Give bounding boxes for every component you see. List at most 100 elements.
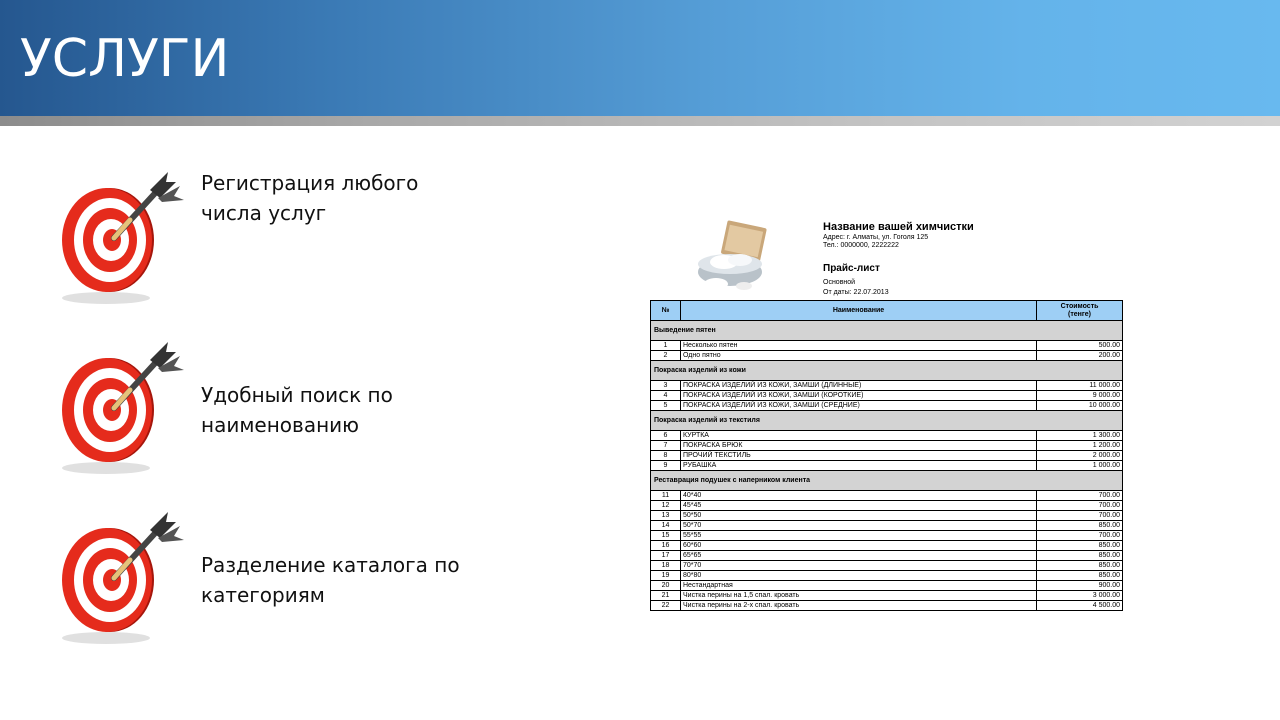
row-price: 700.00 [1036,490,1123,501]
row-name: 80*80 [680,570,1037,581]
feature-line: Регистрация любого [201,171,419,195]
row-name: Чистка перины на 1,5 спал. кровать [680,590,1037,601]
table-row: 3 ПОКРАСКА ИЗДЕЛИЙ ИЗ КОЖИ, ЗАМШИ (ДЛИННЫ… [650,380,1123,391]
row-price: 1 200.00 [1036,440,1123,451]
row-price: 9 000.00 [1036,390,1123,401]
table-row: 6 КУРТКА 1 300.00 [650,430,1123,441]
row-name: Несколько пятен [680,340,1037,351]
row-name: 55*55 [680,530,1037,541]
row-name: ПРОЧИЙ ТЕКСТИЛЬ [680,450,1037,461]
row-price: 700.00 [1036,510,1123,521]
table-row: 9 РУБАШКА 1 000.00 [650,460,1123,471]
group-name: Выведение пятен [650,320,1123,341]
row-name: ПОКРАСКА ИЗДЕЛИЙ ИЗ КОЖИ, ЗАМШИ (СРЕДНИЕ… [680,400,1037,411]
feature-line: Удобный поиск по [201,383,393,407]
row-name: Одно пятно [680,350,1037,361]
row-number: 19 [650,570,681,581]
table-group-row: Покраска изделий из кожи [650,360,1123,381]
table-group-row: Реставрация подушек с наперником клиента [650,470,1123,491]
feature-line: категориям [201,583,325,607]
row-number: 6 [650,430,681,441]
price-list-date: От даты: 22.07.2013 [823,289,889,296]
row-price: 4 500.00 [1036,600,1123,611]
table-row: 7 ПОКРАСКА БРЮК 1 200.00 [650,440,1123,451]
price-list-subtitle: Основной [823,279,856,286]
row-number: 20 [650,580,681,591]
row-number: 2 [650,350,681,361]
row-name: ПОКРАСКА БРЮК [680,440,1037,451]
feature-item: Разделение каталога по категориям [50,508,470,648]
row-number: 22 [650,600,681,611]
table-row: 22 Чистка перины на 2-х спал. кровать 4 50… [650,600,1123,611]
row-price: 700.00 [1036,500,1123,511]
feature-line: наименованию [201,413,359,437]
row-price: 3 000.00 [1036,590,1123,601]
table-row: 8 ПРОЧИЙ ТЕКСТИЛЬ 2 000.00 [650,450,1123,461]
table-row: 5 ПОКРАСКА ИЗДЕЛИЙ ИЗ КОЖИ, ЗАМШИ (СРЕДНИ… [650,400,1123,411]
column-header-price: Стоимость (тенге) [1036,300,1123,321]
target-dart-icon [62,342,184,474]
row-name: 50*70 [680,520,1037,531]
table-row: 18 70*70 850.00 [650,560,1123,571]
row-name: 40*40 [680,490,1037,501]
target-dart-icon [62,512,184,644]
row-number: 4 [650,390,681,401]
row-number: 8 [650,450,681,461]
row-price: 1 000.00 [1036,460,1123,471]
row-price: 200.00 [1036,350,1123,361]
row-number: 12 [650,500,681,511]
feature-line: числа услуг [201,201,327,225]
row-price: 11 000.00 [1036,380,1123,391]
header-divider [0,116,1280,126]
row-number: 7 [650,440,681,451]
row-price: 850.00 [1036,550,1123,561]
company-phone: Тел.: 0000000, 2222222 [823,242,899,249]
price-table: № Наименование Стоимость (тенге) Выведен… [650,300,1123,611]
row-number: 14 [650,520,681,531]
feature-item: Удобный поиск по наименованию [50,338,470,478]
table-row: 1 Несколько пятен 500.00 [650,340,1123,351]
table-row: 15 55*55 700.00 [650,530,1123,541]
table-group-row: Покраска изделий из текстиля [650,410,1123,431]
laundry-basin-image [698,220,767,290]
table-group-row: Выведение пятен [650,320,1123,341]
column-header-num: № [650,300,681,321]
row-price: 500.00 [1036,340,1123,351]
table-row: 21 Чистка перины на 1,5 спал. кровать 3 00… [650,590,1123,601]
row-number: 15 [650,530,681,541]
row-name: ПОКРАСКА ИЗДЕЛИЙ ИЗ КОЖИ, ЗАМШИ (КОРОТКИ… [680,390,1037,401]
row-price: 700.00 [1036,530,1123,541]
price-list-title: Прайс-лист [823,263,880,274]
table-row: 13 50*50 700.00 [650,510,1123,521]
row-price: 10 000.00 [1036,400,1123,411]
row-number: 13 [650,510,681,521]
table-row: 14 50*70 850.00 [650,520,1123,531]
row-number: 1 [650,340,681,351]
row-number: 5 [650,400,681,411]
row-price: 850.00 [1036,520,1123,531]
group-name: Покраска изделий из текстиля [650,410,1123,431]
price-header-line: (тенге) [1067,310,1092,318]
row-name: 70*70 [680,560,1037,571]
row-name: Нестандартная [680,580,1037,591]
row-price: 850.00 [1036,570,1123,581]
group-name: Реставрация подушек с наперником клиента [650,470,1123,491]
table-header-row: № Наименование Стоимость (тенге) [650,300,1123,321]
slide-title: УСЛУГИ [20,29,230,89]
group-name: Покраска изделий из кожи [650,360,1123,381]
row-name: ПОКРАСКА ИЗДЕЛИЙ ИЗ КОЖИ, ЗАМШИ (ДЛИННЫЕ… [680,380,1037,391]
row-number: 3 [650,380,681,391]
row-name: 60*60 [680,540,1037,551]
table-row: 4 ПОКРАСКА ИЗДЕЛИЙ ИЗ КОЖИ, ЗАМШИ (КОРОТК… [650,390,1123,401]
row-number: 18 [650,560,681,571]
table-row: 16 60*60 850.00 [650,540,1123,551]
row-price: 850.00 [1036,560,1123,571]
feature-text: Разделение каталога по категориям [201,550,471,610]
table-row: 19 80*80 850.00 [650,570,1123,581]
table-row: 11 40*40 700.00 [650,490,1123,501]
row-name: 50*50 [680,510,1037,521]
row-price: 900.00 [1036,580,1123,591]
row-name: 45*45 [680,500,1037,511]
table-row: 2 Одно пятно 200.00 [650,350,1123,361]
row-number: 16 [650,540,681,551]
